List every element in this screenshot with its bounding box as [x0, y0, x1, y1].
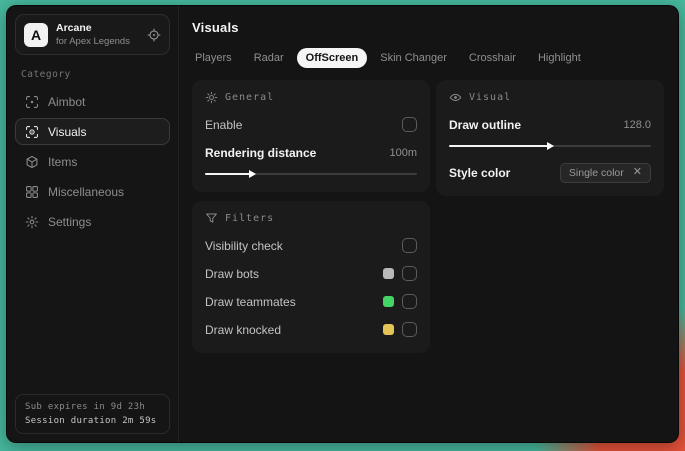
general-panel-title: General [225, 92, 275, 103]
draw-outline-slider[interactable] [449, 141, 651, 151]
sub-expires-text: Sub expires in 9d 23h [25, 402, 146, 412]
crosshair-scan-icon [25, 95, 39, 109]
left-column: General Enable Rendering distance 100m F… [192, 80, 430, 353]
rendering-distance-slider[interactable] [205, 169, 417, 179]
draw-outline-label: Draw outline [449, 117, 522, 132]
enable-row: Enable [205, 114, 417, 135]
sidebar-item-aimbot[interactable]: Aimbot [15, 88, 170, 115]
enable-checkbox[interactable] [402, 117, 417, 132]
color-swatch[interactable] [383, 296, 394, 307]
rendering-distance-label: Rendering distance [205, 145, 317, 160]
panel-columns: General Enable Rendering distance 100m F… [192, 80, 664, 353]
filters-rows: Visibility check Draw bots Draw teammate… [205, 235, 417, 340]
category-label: Category [21, 69, 71, 80]
eye-icon [449, 91, 462, 104]
sidebar-item-label: Settings [48, 214, 92, 229]
funnel-icon [205, 212, 218, 225]
slider-thumb[interactable] [547, 142, 554, 150]
tab-bar: Players Radar OffScreen Skin Changer Crossha… [186, 48, 664, 68]
right-column: Visual Draw outline 128.0 Style color Si… [436, 80, 664, 196]
sidebar-nav: Aimbot Visuals Items Miscellaneous Setti… [15, 88, 170, 235]
filter-row-draw-bots: Draw bots [205, 263, 417, 284]
filter-checkbox-visibility-check[interactable] [402, 238, 417, 253]
enable-label: Enable [205, 117, 243, 132]
slider-fill [449, 145, 550, 147]
visual-panel-title: Visual [469, 92, 512, 103]
tab-crosshair[interactable]: Crosshair [460, 48, 525, 68]
app-window: A Arcane for Apex Legends Category Aimbo… [6, 5, 679, 443]
sun-gear-icon [205, 91, 218, 104]
filter-checkbox-draw-bots[interactable] [402, 266, 417, 281]
page-title: Visuals [192, 20, 239, 35]
tab-offscreen[interactable]: OffScreen [296, 48, 368, 68]
sidebar-item-visuals[interactable]: Visuals [15, 118, 170, 145]
filters-panel: Filters Visibility check Draw bots Draw … [192, 201, 430, 353]
style-color-label: Style color [449, 165, 511, 180]
style-color-select[interactable]: Single color ✕ [559, 162, 651, 183]
gear-icon [25, 215, 39, 229]
app-name: Arcane [56, 22, 92, 34]
filter-label: Draw bots [205, 266, 260, 281]
subscription-status-card: Sub expires in 9d 23h Session duration 2… [15, 394, 170, 434]
filter-row-draw-teammates: Draw teammates [205, 291, 417, 312]
color-swatch[interactable] [383, 268, 394, 279]
grid-icon [25, 185, 39, 199]
sidebar: A Arcane for Apex Legends Category Aimbo… [7, 6, 179, 442]
app-subtitle: for Apex Legends [56, 36, 130, 47]
style-color-value: Single color [568, 166, 624, 179]
rendering-distance-value: 100m [389, 146, 417, 159]
general-panel: General Enable Rendering distance 100m [192, 80, 430, 192]
app-logo: A [24, 22, 48, 47]
sidebar-item-label: Visuals [48, 124, 87, 139]
target-icon[interactable] [147, 28, 161, 42]
brand-text: Arcane for Apex Legends [56, 22, 139, 47]
filters-panel-title: Filters [225, 213, 275, 224]
sidebar-item-label: Miscellaneous [48, 184, 125, 199]
slider-fill [205, 173, 252, 175]
filter-checkbox-draw-knocked[interactable] [402, 322, 417, 337]
filters-panel-header: Filters [205, 212, 417, 225]
tab-radar[interactable]: Radar [245, 48, 293, 68]
session-duration-text: Session duration 2m 59s [25, 416, 157, 426]
box-icon [25, 155, 39, 169]
filter-label: Draw knocked [205, 322, 282, 337]
sidebar-item-items[interactable]: Items [15, 148, 170, 175]
brand-card: A Arcane for Apex Legends [15, 14, 170, 55]
sidebar-item-label: Aimbot [48, 94, 86, 109]
tab-players[interactable]: Players [186, 48, 241, 68]
tab-highlight[interactable]: Highlight [529, 48, 590, 68]
filter-row-visibility-check: Visibility check [205, 235, 417, 256]
sidebar-item-settings[interactable]: Settings [15, 208, 170, 235]
main-content: Visuals Players Radar OffScreen Skin Change… [179, 6, 678, 442]
filter-label: Draw teammates [205, 294, 296, 309]
slider-thumb[interactable] [248, 170, 256, 178]
color-swatch[interactable] [383, 324, 394, 335]
sidebar-item-label: Items [48, 154, 78, 169]
filter-row-draw-knocked: Draw knocked [205, 319, 417, 340]
scan-eye-icon [25, 125, 39, 139]
draw-outline-row: Draw outline 128.0 [449, 114, 651, 135]
visual-panel: Visual Draw outline 128.0 Style color Si… [436, 80, 664, 196]
sidebar-item-miscellaneous[interactable]: Miscellaneous [15, 178, 170, 205]
remove-tag-icon[interactable]: ✕ [633, 167, 642, 178]
visual-panel-header: Visual [449, 91, 651, 104]
filter-label: Visibility check [205, 238, 283, 253]
style-color-row: Style color Single color ✕ [449, 162, 651, 183]
draw-outline-value: 128.0 [623, 118, 651, 131]
filter-checkbox-draw-teammates[interactable] [402, 294, 417, 309]
tab-skin-changer[interactable]: Skin Changer [371, 48, 456, 68]
general-panel-header: General [205, 91, 417, 104]
rendering-distance-row: Rendering distance 100m [205, 142, 417, 163]
